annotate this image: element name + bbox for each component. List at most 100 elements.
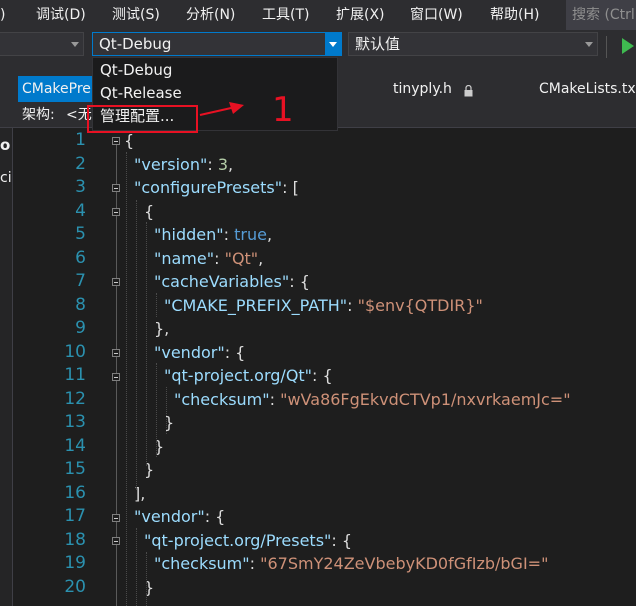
- fold-collapse-icon[interactable]: [112, 537, 120, 545]
- code-line: },: [154, 317, 169, 341]
- configuration-selected: Qt-Debug: [99, 35, 172, 53]
- architecture-label: 架构:: [22, 107, 55, 123]
- menu-item-window[interactable]: 窗口(W): [410, 0, 463, 30]
- line-number: 6: [75, 247, 86, 268]
- indent-guide: [136, 200, 137, 490]
- configuration-combo[interactable]: Qt-Debug: [92, 32, 342, 56]
- line-number: 5: [75, 224, 86, 244]
- code-token: "67SmY24ZeVbebyKD0fGfIzb/bGI=": [260, 554, 549, 573]
- code-token: "$env{QTDIR}": [357, 295, 483, 315]
- code-token: "checksum": [154, 554, 250, 573]
- line-number: 11: [64, 365, 86, 385]
- code-token: "name": [154, 248, 215, 268]
- dropdown-option-qt-release[interactable]: Qt-Release: [100, 82, 182, 105]
- code-token: "vendor": [134, 507, 205, 526]
- annotation-highlight-box: [87, 105, 198, 133]
- code-token: :: [223, 225, 235, 244]
- code-line: "cacheVariables": {: [154, 270, 310, 294]
- line-number: 7: [75, 271, 86, 291]
- menu-item-analyze[interactable]: 分析(N): [186, 0, 235, 30]
- menu-item-debug[interactable]: 调试(D): [36, 0, 86, 30]
- code-token: ,: [228, 154, 234, 174]
- code-token: {: [124, 131, 135, 150]
- chevron-down-icon[interactable]: [581, 33, 597, 55]
- code-editor[interactable]: 1 2 3 4 5 6 7 8 9 10 11 12 13 14 15 16 17 18 19 20 {"versio…: [13, 128, 636, 606]
- indent-guide: [156, 293, 157, 317]
- code-token: true: [234, 225, 267, 244]
- fold-collapse-icon[interactable]: [112, 208, 120, 216]
- line-number: 17: [64, 506, 86, 526]
- code-token: "Qt": [224, 248, 259, 268]
- play-icon: [622, 38, 634, 54]
- code-token: : {: [289, 272, 310, 291]
- line-number: 19: [64, 553, 86, 573]
- code-line: "version": 3,: [134, 153, 233, 177]
- menu-item-test[interactable]: 测试(S): [112, 0, 160, 30]
- code-token: {: [144, 201, 155, 221]
- code-line: "vendor": {: [134, 505, 225, 529]
- chevron-down-icon[interactable]: [325, 33, 341, 55]
- line-number: 13: [64, 412, 86, 432]
- code-token: :: [269, 389, 281, 409]
- code-line: "name": "Qt",: [154, 247, 263, 271]
- tab-tinyply[interactable]: tinyply.h: [393, 76, 463, 102]
- code-token: : {: [224, 342, 246, 362]
- chevron-down-icon[interactable]: [67, 33, 83, 55]
- code-token: : {: [204, 507, 226, 526]
- startup-item-value: 默认值: [355, 35, 401, 53]
- code-token: : {: [331, 530, 353, 550]
- left-panel-glyph: o: [0, 136, 11, 154]
- indent-guide: [146, 222, 147, 466]
- code-token: "CMAKE_PREFIX_PATH": [164, 295, 348, 315]
- code-token: ,: [266, 225, 273, 244]
- menu-item-help[interactable]: 帮助(H): [490, 0, 539, 30]
- code-token: ,: [258, 248, 264, 268]
- line-number: 9: [75, 318, 86, 338]
- line-number: 12: [64, 388, 86, 409]
- fold-collapse-icon[interactable]: [112, 349, 120, 357]
- code-token: :: [249, 554, 261, 573]
- code-token: "version": [134, 154, 208, 174]
- code-token: "qt-project.org/Presets": [144, 530, 332, 550]
- left-panel-glyph: ci: [0, 170, 12, 186]
- fold-collapse-icon[interactable]: [112, 278, 120, 286]
- code-line: "hidden": true,: [154, 223, 272, 247]
- code-line: "CMAKE_PREFIX_PATH": "$env{QTDIR}": [164, 294, 483, 318]
- code-token: "wVa86FgEkvdCTVp1/nxvrkaemJc=": [280, 389, 571, 409]
- tab-cmakepresets[interactable]: CMakePre: [18, 76, 92, 102]
- line-number: 4: [75, 200, 86, 221]
- code-token: },: [154, 319, 170, 338]
- line-number: 8: [75, 294, 86, 315]
- code-token: "vendor": [154, 342, 225, 362]
- tab-cmakelists[interactable]: CMakeLists.tx: [539, 76, 636, 102]
- line-number: 3: [75, 177, 86, 197]
- menu-item-tools[interactable]: 工具(T): [262, 0, 309, 30]
- code-token: "hidden": [154, 225, 224, 244]
- code-line: "vendor": {: [154, 341, 245, 365]
- code-line: "qt-project.org/Presets": {: [144, 529, 352, 553]
- startup-item-combo[interactable]: 默认值: [348, 32, 598, 56]
- annotation-number: 1: [272, 90, 294, 130]
- fold-collapse-icon[interactable]: [112, 137, 120, 145]
- line-number: 18: [64, 529, 86, 550]
- code-token: "qt-project.org/Qt": [164, 366, 313, 385]
- code-token: :: [214, 248, 225, 268]
- fold-collapse-icon[interactable]: [112, 184, 120, 192]
- code-line: "configurePresets": [: [134, 176, 299, 200]
- code-token: "checksum": [174, 389, 270, 409]
- indent-guide: [166, 387, 167, 434]
- fold-collapse-icon[interactable]: [112, 373, 120, 381]
- left-panel: o ci: [0, 128, 13, 606]
- line-number: 10: [64, 341, 86, 362]
- platform-combo[interactable]: [0, 32, 84, 56]
- menu-item-partial[interactable]: ): [0, 0, 5, 30]
- run-button[interactable]: [614, 34, 636, 58]
- line-number: 15: [64, 459, 86, 479]
- indent-guide: [126, 152, 127, 606]
- fold-collapse-icon[interactable]: [112, 514, 120, 522]
- dropdown-option-qt-debug[interactable]: Qt-Debug: [100, 59, 172, 82]
- search-input[interactable]: 搜索 (Ctrl: [566, 0, 636, 30]
- code-token: : {: [312, 366, 333, 385]
- menu-item-extensions[interactable]: 扩展(X): [336, 0, 385, 30]
- menu-bar: ) 调试(D) 测试(S) 分析(N) 工具(T) 扩展(X) 窗口(W) 帮助…: [0, 0, 636, 30]
